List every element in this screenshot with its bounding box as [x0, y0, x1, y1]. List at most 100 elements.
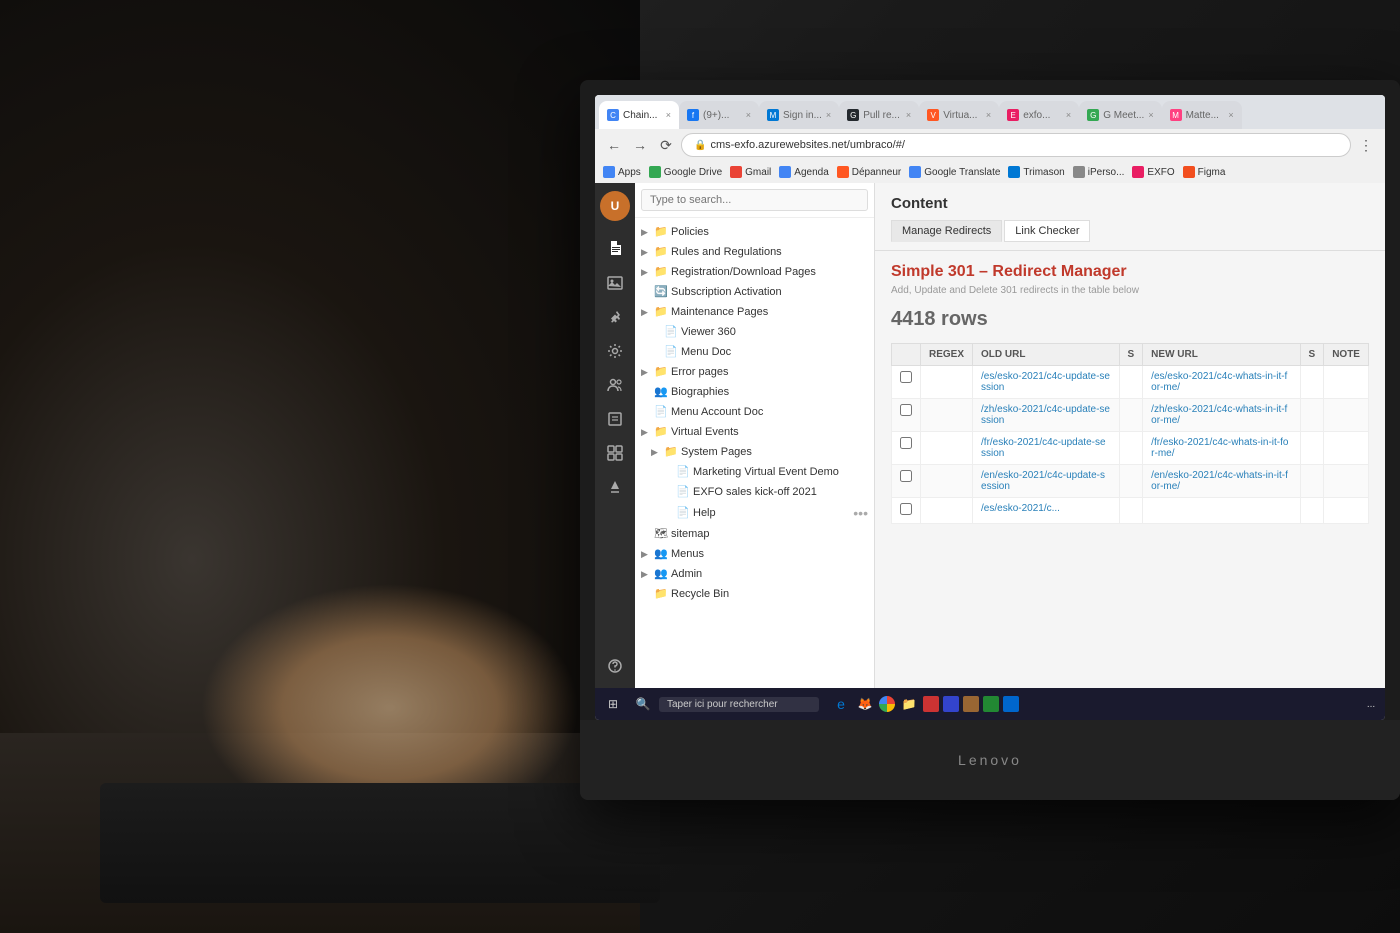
back-button[interactable]: ←: [603, 134, 625, 156]
tab-close-3[interactable]: ×: [826, 110, 831, 120]
tab-manage-redirects[interactable]: Manage Redirects: [891, 220, 1002, 242]
tab-close-4[interactable]: ×: [906, 110, 911, 120]
row-checkbox-0[interactable]: [892, 366, 921, 399]
tree-item-menus[interactable]: ▶ 👥 Menus: [635, 544, 874, 564]
cms-icon-settings[interactable]: [601, 337, 629, 365]
cms-icon-tools[interactable]: [601, 303, 629, 331]
cms-icon-packages[interactable]: [601, 439, 629, 467]
tree-spacer-subscription: [641, 287, 651, 297]
bookmark-trimason[interactable]: Trimason: [1008, 166, 1064, 178]
tree-item-marketing[interactable]: 📄 Marketing Virtual Event Demo: [635, 462, 874, 482]
tree-item-maintenance[interactable]: ▶ 📁 Maintenance Pages: [635, 302, 874, 322]
browser-tab-2[interactable]: f (9+)... ×: [679, 101, 759, 129]
checkbox-2[interactable]: [900, 437, 912, 449]
address-bar[interactable]: 🔒 cms-exfo.azurewebsites.net/umbraco/#/: [681, 133, 1351, 157]
bookmark-depanneur[interactable]: Dépanneur: [837, 166, 901, 178]
row-checkbox-3[interactable]: [892, 465, 921, 498]
bookmark-apps[interactable]: Apps: [603, 166, 641, 178]
tree-item-recyclebin[interactable]: 📁 Recycle Bin: [635, 584, 874, 604]
tree-item-virtualevents[interactable]: ▶ 📁 Virtual Events: [635, 422, 874, 442]
table-row[interactable]: /fr/esko-2021/c4c-update-session /fr/esk…: [892, 432, 1369, 465]
table-row[interactable]: /en/esko-2021/c4c-update-session /en/esk…: [892, 465, 1369, 498]
tree-item-admin[interactable]: ▶ 👥 Admin: [635, 564, 874, 584]
row-regex-3: [921, 465, 973, 498]
bookmark-exfo[interactable]: EXFO: [1132, 166, 1174, 178]
tab-close-5[interactable]: ×: [986, 110, 991, 120]
windows-start-button[interactable]: ⊞: [599, 690, 627, 718]
bookmark-gdrive[interactable]: Google Drive: [649, 166, 722, 178]
reload-button[interactable]: ⟳: [655, 134, 677, 156]
table-row[interactable]: /es/esko-2021/c...: [892, 498, 1369, 524]
row-checkbox-2[interactable]: [892, 432, 921, 465]
taskbar-app4-icon[interactable]: [983, 696, 999, 712]
bookmark-iperso[interactable]: iPerso...: [1073, 166, 1125, 178]
browser-tab-6[interactable]: E exfo... ×: [999, 101, 1079, 129]
browser-tab-7[interactable]: G G Meet... ×: [1079, 101, 1161, 129]
cms-icon-help[interactable]: [601, 652, 629, 680]
tree-item-registration[interactable]: ▶ 📁 Registration/Download Pages: [635, 262, 874, 282]
tree-arrow-systempages: ▶: [651, 447, 661, 458]
taskbar-search-box[interactable]: Taper ici pour rechercher: [659, 697, 819, 712]
taskbar-app2-icon[interactable]: [943, 696, 959, 712]
browser-tab-1[interactable]: C Chain... ×: [599, 101, 679, 129]
extensions-button[interactable]: ⋮: [1355, 134, 1377, 156]
cms-icon-forms[interactable]: [601, 405, 629, 433]
tree-item-viewer360[interactable]: 📄 Viewer 360: [635, 322, 874, 342]
browser-tab-4[interactable]: G Pull re... ×: [839, 101, 919, 129]
tree-item-menudoc[interactable]: 📄 Menu Doc: [635, 342, 874, 362]
tree-item-errorpages[interactable]: ▶ 📁 Error pages: [635, 362, 874, 382]
content-header: Content Manage Redirects Link Checker: [875, 183, 1385, 251]
taskbar-app1-icon[interactable]: [923, 696, 939, 712]
tab-link-checker[interactable]: Link Checker: [1004, 220, 1090, 242]
bookmark-translate[interactable]: Google Translate: [909, 166, 1000, 178]
tree-item-help[interactable]: 📄 Help •••: [635, 502, 874, 524]
bookmark-figma[interactable]: Figma: [1183, 166, 1226, 178]
tab-label-6: exfo...: [1023, 110, 1050, 121]
tree-item-subscription[interactable]: 🔄 Subscription Activation: [635, 282, 874, 302]
taskbar-app3-icon[interactable]: [963, 696, 979, 712]
taskbar-search-button[interactable]: 🔍: [629, 690, 657, 718]
taskbar-firefox-icon[interactable]: 🦊: [855, 694, 875, 714]
row-s2-3: [1300, 465, 1324, 498]
tab-close-6[interactable]: ×: [1066, 110, 1071, 120]
checkbox-3[interactable]: [900, 470, 912, 482]
tree-item-menuaccount[interactable]: 📄 Menu Account Doc: [635, 402, 874, 422]
tree-item-rules[interactable]: ▶ 📁 Rules and Regulations: [635, 242, 874, 262]
tree-more-help[interactable]: •••: [853, 505, 868, 521]
tree-item-biographies[interactable]: 👥 Biographies: [635, 382, 874, 402]
taskbar-vscode-icon[interactable]: [1003, 696, 1019, 712]
table-row[interactable]: /zh/esko-2021/c4c-update-session /zh/esk…: [892, 399, 1369, 432]
tree-item-policies[interactable]: ▶ 📁 Policies: [635, 222, 874, 242]
row-checkbox-4[interactable]: [892, 498, 921, 524]
taskbar-explorer-icon[interactable]: 📁: [899, 694, 919, 714]
tab-close-2[interactable]: ×: [746, 110, 751, 120]
table-row[interactable]: /es/esko-2021/c4c-update-session /es/esk…: [892, 366, 1369, 399]
tree-item-sitemap[interactable]: 🗺 sitemap: [635, 524, 874, 544]
checkbox-1[interactable]: [900, 404, 912, 416]
tab-close-8[interactable]: ×: [1228, 110, 1233, 120]
cms-icon-image[interactable]: [601, 269, 629, 297]
bookmark-gmail[interactable]: Gmail: [730, 166, 771, 178]
tree-item-exfosales[interactable]: 📄 EXFO sales kick-off 2021: [635, 482, 874, 502]
tab-close-1[interactable]: ×: [666, 110, 671, 120]
cms-icon-users[interactable]: [601, 371, 629, 399]
row-checkbox-1[interactable]: [892, 399, 921, 432]
browser-tab-3[interactable]: M Sign in... ×: [759, 101, 839, 129]
tab-close-7[interactable]: ×: [1148, 110, 1153, 120]
cms-icon-deploy[interactable]: [601, 473, 629, 501]
search-input[interactable]: [641, 189, 868, 211]
checkbox-4[interactable]: [900, 503, 912, 515]
row-new-url-2: /fr/esko-2021/c4c-whats-in-it-for-me/: [1143, 432, 1300, 465]
browser-tab-5[interactable]: V Virtua... ×: [919, 101, 999, 129]
cms-logo[interactable]: U: [600, 191, 630, 221]
checkbox-0[interactable]: [900, 371, 912, 383]
cms-icon-document[interactable]: [601, 235, 629, 263]
forward-button[interactable]: →: [629, 134, 651, 156]
tree-item-systempages[interactable]: ▶ 📁 System Pages: [635, 442, 874, 462]
taskbar-chrome-icon[interactable]: [879, 696, 895, 712]
taskbar-time-text: ...: [1367, 699, 1375, 710]
browser-tab-8[interactable]: M Matte... ×: [1162, 101, 1242, 129]
bookmark-agenda[interactable]: Agenda: [779, 166, 828, 178]
taskbar-edge-icon[interactable]: e: [831, 694, 851, 714]
row-old-url-2: /fr/esko-2021/c4c-update-session: [973, 432, 1119, 465]
